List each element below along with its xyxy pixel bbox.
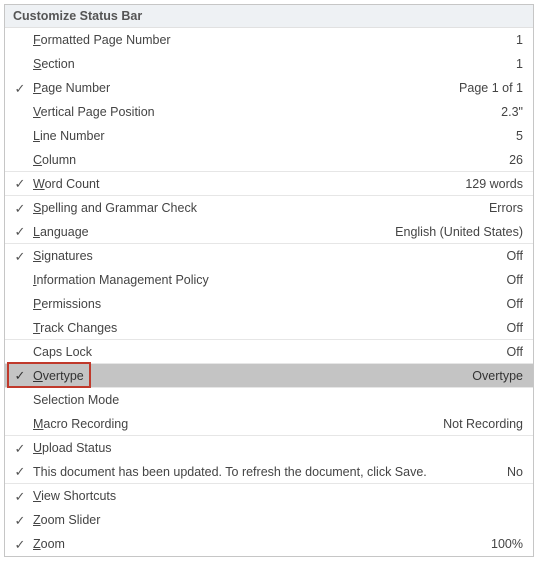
menu-item-value: Off: [507, 297, 525, 311]
menu-item-value: 129 words: [465, 177, 525, 191]
menu-item-macro-recording[interactable]: Macro Recording Not Recording: [5, 412, 533, 436]
menu-item-value: 100%: [491, 537, 525, 551]
checkmark-icon: ✓: [11, 177, 29, 190]
menu-item-value: Overtype: [472, 369, 525, 383]
menu-item-label: Permissions: [29, 297, 101, 311]
menu-item-label: Zoom Slider: [29, 513, 100, 527]
menu-item-label: Macro Recording: [29, 417, 128, 431]
checkmark-icon: ✓: [11, 514, 29, 527]
menu-item-word-count[interactable]: ✓Word Count 129 words: [5, 172, 533, 196]
menu-item-value: 1: [516, 57, 525, 71]
menu-item-label: This document has been updated. To refre…: [29, 465, 427, 479]
menu-item-signatures[interactable]: ✓Signatures Off: [5, 244, 533, 268]
menu-item-spelling-and-grammar-check[interactable]: ✓Spelling and Grammar Check Errors: [5, 196, 533, 220]
menu-item-label: Spelling and Grammar Check: [29, 201, 197, 215]
menu-item-value: 2.3": [501, 105, 525, 119]
checkmark-icon: ✓: [11, 82, 29, 95]
checkmark-icon: ✓: [11, 250, 29, 263]
menu-item-column[interactable]: Column 26: [5, 148, 533, 172]
menu-item-value: Off: [507, 273, 525, 287]
checkmark-icon: ✓: [11, 538, 29, 551]
checkmark-icon: ✓: [11, 465, 29, 478]
menu-item-label: Word Count: [29, 177, 99, 191]
menu-item-value: Off: [507, 345, 525, 359]
menu-item-label: Line Number: [29, 129, 105, 143]
menu-item-label: Caps Lock: [29, 345, 92, 359]
menu-item-label: Signatures: [29, 249, 93, 263]
menu-item-value: Off: [507, 321, 525, 335]
menu-item-value: Off: [507, 249, 525, 263]
menu-items-container: Formatted Page Number1Section1✓Page Numb…: [5, 28, 533, 556]
menu-item-upload-status[interactable]: ✓Upload Status: [5, 436, 533, 460]
menu-item-value: Errors: [489, 201, 525, 215]
menu-item-section[interactable]: Section 1: [5, 52, 533, 76]
menu-item-label: Language: [29, 225, 89, 239]
checkmark-icon: ✓: [11, 490, 29, 503]
menu-item-label: Track Changes: [29, 321, 117, 335]
menu-item-formatted-page-number[interactable]: Formatted Page Number 1: [5, 28, 533, 52]
menu-item-label: Vertical Page Position: [29, 105, 155, 119]
menu-item-zoom[interactable]: ✓Zoom 100%: [5, 532, 533, 556]
menu-item-track-changes[interactable]: Track Changes Off: [5, 316, 533, 340]
menu-item-value: Not Recording: [443, 417, 525, 431]
menu-item-language[interactable]: ✓Language English (United States): [5, 220, 533, 244]
menu-item-zoom-slider[interactable]: ✓Zoom Slider: [5, 508, 533, 532]
menu-item-label: Selection Mode: [29, 393, 119, 407]
menu-item-label: View Shortcuts: [29, 489, 116, 503]
menu-item-label: Overtype: [29, 369, 84, 383]
checkmark-icon: ✓: [11, 202, 29, 215]
menu-item-overtype[interactable]: ✓OvertypeOvertype: [5, 364, 533, 388]
checkmark-icon: ✓: [11, 442, 29, 455]
menu-item-value: 26: [509, 153, 525, 167]
menu-item-caps-lock[interactable]: Caps Lock Off: [5, 340, 533, 364]
menu-item-selection-mode[interactable]: Selection Mode: [5, 388, 533, 412]
menu-item-value: 5: [516, 129, 525, 143]
menu-item-value: 1: [516, 33, 525, 47]
menu-item-permissions[interactable]: Permissions Off: [5, 292, 533, 316]
menu-item-value: Page 1 of 1: [459, 81, 525, 95]
menu-item-label: Formatted Page Number: [29, 33, 171, 47]
menu-item-label: Page Number: [29, 81, 110, 95]
checkmark-icon: ✓: [11, 369, 29, 382]
menu-item-label: Information Management Policy: [29, 273, 209, 287]
menu-title: Customize Status Bar: [5, 5, 533, 28]
menu-item-view-shortcuts[interactable]: ✓View Shortcuts: [5, 484, 533, 508]
menu-item-value: No: [507, 465, 525, 479]
menu-item-page-number[interactable]: ✓Page Number Page 1 of 1: [5, 76, 533, 100]
menu-item-information-management-policy[interactable]: Information Management Policy Off: [5, 268, 533, 292]
menu-item-label: Section: [29, 57, 75, 71]
customize-status-bar-menu: Customize Status Bar Formatted Page Numb…: [4, 4, 534, 557]
menu-item-label: Zoom: [29, 537, 65, 551]
menu-item-label: Upload Status: [29, 441, 112, 455]
menu-item-label: Column: [29, 153, 76, 167]
menu-item-vertical-page-position[interactable]: Vertical Page Position 2.3": [5, 100, 533, 124]
checkmark-icon: ✓: [11, 225, 29, 238]
menu-item-this-document-has-been-updated-to-refres[interactable]: ✓This document has been updated. To refr…: [5, 460, 533, 484]
menu-item-value: English (United States): [395, 225, 525, 239]
menu-item-line-number[interactable]: Line Number 5: [5, 124, 533, 148]
